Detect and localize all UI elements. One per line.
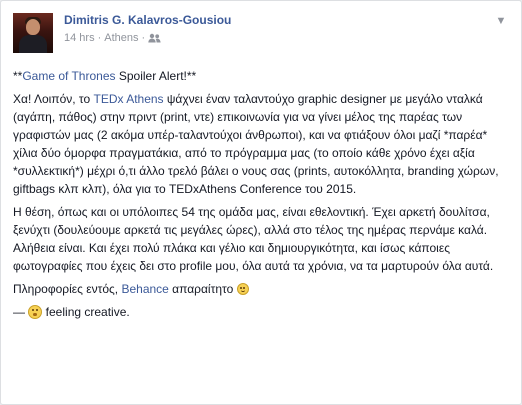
feeling-text[interactable]: feeling creative. bbox=[42, 305, 130, 319]
para3-text-a: Πληροφορίες εντός, bbox=[13, 282, 122, 296]
author-avatar[interactable] bbox=[13, 13, 53, 53]
avatar-head bbox=[26, 19, 40, 35]
lead-prefix: ** bbox=[13, 69, 23, 83]
post-paragraph-1: Χα! Λοιπόν, το TEDx Athens ψάχνει έναν τ… bbox=[13, 90, 503, 198]
post-options-chevron-icon[interactable]: ▼ bbox=[493, 15, 509, 27]
para3-text-b: απαραίτητο bbox=[168, 282, 237, 296]
smile-emoji-icon bbox=[236, 283, 249, 295]
meta-separator: · bbox=[97, 32, 102, 44]
friends-icon[interactable] bbox=[148, 33, 161, 43]
lead-suffix: Spoiler Alert!** bbox=[115, 69, 197, 83]
tedx-athens-link[interactable]: TEDx Athens bbox=[94, 92, 164, 106]
para1-text-a: Χα! Λοιπόν, το bbox=[13, 92, 94, 106]
meta-separator-2: · bbox=[141, 32, 146, 44]
post-location[interactable]: Athens bbox=[104, 32, 138, 44]
game-of-thrones-link[interactable]: Game of Thrones bbox=[22, 69, 115, 83]
author-name[interactable]: Dimitris G. Kalavros-Gousiou bbox=[64, 13, 231, 27]
post-feeling: — feeling creative. bbox=[13, 303, 503, 321]
post-body: **Game of Thrones Spoiler Alert!** Χα! Λ… bbox=[13, 67, 503, 326]
feeling-dash: — bbox=[13, 305, 29, 319]
post-card: Dimitris G. Kalavros-Gousiou 14 hrs · At… bbox=[0, 0, 522, 405]
post-lead: **Game of Thrones Spoiler Alert!** bbox=[13, 67, 503, 85]
post-meta: 14 hrs · Athens · bbox=[64, 32, 161, 44]
creative-emoji-icon bbox=[28, 305, 43, 319]
avatar-body bbox=[19, 35, 47, 53]
behance-link[interactable]: Behance bbox=[121, 282, 168, 296]
post-paragraph-3: Πληροφορίες εντός, Behance απαραίτητο bbox=[13, 280, 503, 298]
post-time[interactable]: 14 hrs bbox=[64, 32, 95, 44]
para1-text-b: ψάχνει έναν ταλαντούχο graphic designer … bbox=[13, 92, 499, 196]
post-paragraph-2: Η θέση, όπως και οι υπόλοιπες 54 της ομά… bbox=[13, 205, 494, 273]
